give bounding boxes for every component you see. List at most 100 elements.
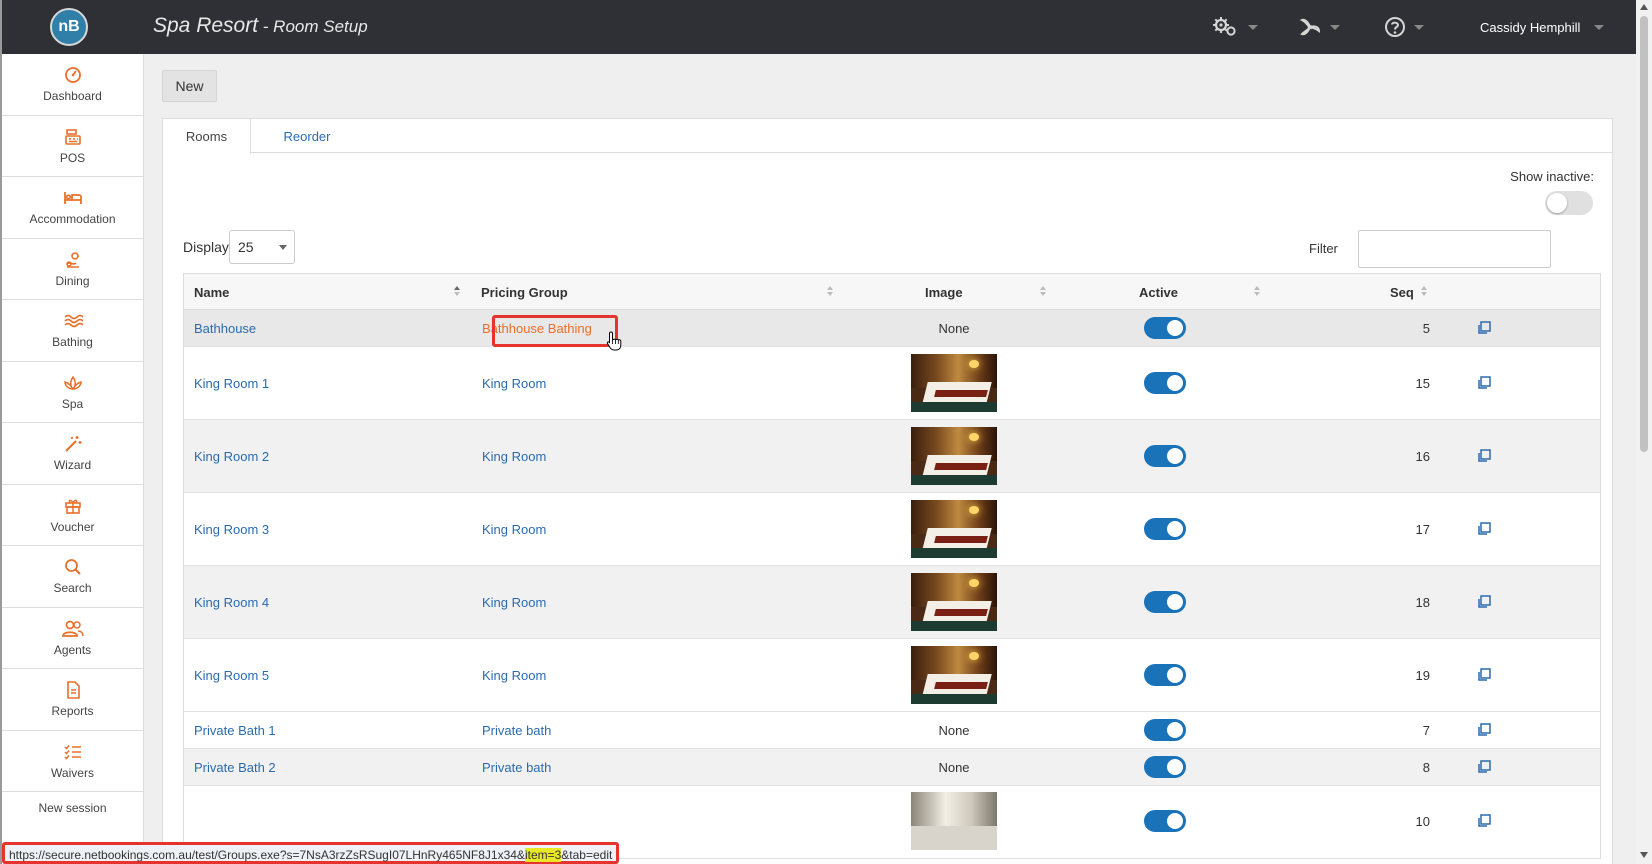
display-label: Display: [183, 239, 229, 255]
table-row[interactable]: Bathhouse Bathhouse Bathing None 5: [184, 310, 1600, 347]
scroll-up-arrow[interactable]: [1640, 4, 1648, 10]
help-menu[interactable]: [1384, 16, 1424, 38]
active-toggle-cell: [1144, 566, 1186, 638]
copy-icon[interactable]: [1477, 814, 1491, 828]
lotus-icon: [63, 375, 82, 390]
room-name-link[interactable]: King Room 4: [194, 566, 269, 638]
new-button[interactable]: New: [162, 70, 217, 102]
spinner-menu[interactable]: [1298, 16, 1340, 38]
room-name-link[interactable]: Bathhouse: [194, 310, 256, 346]
room-name-link[interactable]: King Room 3: [194, 493, 269, 565]
waves-icon: [63, 314, 83, 328]
active-toggle-cell: [1144, 639, 1186, 711]
active-toggle[interactable]: [1144, 719, 1186, 741]
room-photo: [911, 646, 997, 704]
copy-icon[interactable]: [1477, 668, 1491, 682]
table-row[interactable]: King Room 4 King Room 18: [184, 566, 1600, 639]
new-session-link[interactable]: New session: [2, 792, 143, 824]
room-name-link[interactable]: Private Bath 1: [194, 712, 276, 748]
status-url-highlight: item=3: [524, 848, 562, 862]
spinner-icon: [1299, 18, 1321, 36]
col-header-seq[interactable]: Seq: [1390, 274, 1414, 310]
app-logo[interactable]: nB: [50, 8, 88, 46]
filter-input[interactable]: [1358, 230, 1551, 268]
sidebar-item-label: Dining: [55, 273, 90, 288]
show-inactive-toggle[interactable]: [1545, 191, 1593, 215]
room-name-link[interactable]: King Room 1: [194, 347, 269, 419]
sidebar-item-wizard[interactable]: Wizard: [2, 423, 143, 485]
table-row[interactable]: King Room 5 King Room 19: [184, 639, 1600, 712]
sidebar-item-voucher[interactable]: Voucher: [2, 485, 143, 546]
display-count-select[interactable]: 25: [229, 230, 295, 264]
copy-icon[interactable]: [1477, 449, 1491, 463]
active-toggle[interactable]: [1144, 372, 1186, 394]
active-toggle[interactable]: [1144, 317, 1186, 339]
sidebar-item-bathing[interactable]: Bathing: [2, 300, 143, 362]
sidebar-item-label: Bathing: [52, 335, 93, 350]
table-row[interactable]: King Room 1 King Room 15: [184, 347, 1600, 420]
display-count-value: 25: [238, 239, 254, 255]
copy-icon[interactable]: [1477, 723, 1491, 737]
pricing-group-link[interactable]: Private bath: [482, 749, 551, 785]
hand-cursor-icon: [606, 331, 622, 351]
active-toggle[interactable]: [1144, 445, 1186, 467]
seq-value: 5: [1422, 320, 1430, 336]
active-toggle[interactable]: [1144, 664, 1186, 686]
room-name-link[interactable]: Private Bath 2: [194, 749, 276, 785]
col-header-active[interactable]: Active: [1139, 274, 1178, 310]
pricing-group-link[interactable]: King Room: [482, 639, 546, 711]
tab-rooms[interactable]: Rooms: [163, 119, 251, 154]
page-scrollbar[interactable]: [1636, 0, 1652, 864]
active-toggle[interactable]: [1144, 756, 1186, 778]
table-row[interactable]: King Room 3 King Room 17: [184, 493, 1600, 566]
sidebar-item-waivers[interactable]: Waivers: [2, 731, 143, 792]
scroll-thumb[interactable]: [1640, 16, 1648, 452]
sort-icon[interactable]: [1421, 286, 1427, 298]
active-toggle[interactable]: [1144, 518, 1186, 540]
copy-icon[interactable]: [1477, 321, 1491, 335]
sidebar-item-agents[interactable]: Agents: [2, 608, 143, 669]
tab-reorder[interactable]: Reorder: [251, 119, 363, 154]
pricing-group-link[interactable]: King Room: [482, 347, 546, 419]
pricing-group-link[interactable]: King Room: [482, 566, 546, 638]
sidebar-item-search[interactable]: Search: [2, 546, 143, 608]
help-icon: [1385, 17, 1405, 37]
table-row[interactable]: King Room 2 King Room 16: [184, 420, 1600, 493]
scroll-down-arrow[interactable]: [1640, 852, 1648, 858]
col-header-name[interactable]: Name: [194, 274, 229, 310]
checklist-icon: [63, 744, 81, 760]
pricing-group-link[interactable]: King Room: [482, 493, 546, 565]
pricing-group-link[interactable]: Private bath: [482, 712, 551, 748]
settings-menu[interactable]: [1212, 16, 1258, 38]
sort-icon[interactable]: [1040, 286, 1046, 298]
sidebar-item-accommodation[interactable]: Accommodation: [2, 177, 143, 239]
sidebar-item-pos[interactable]: POS: [2, 116, 143, 177]
room-name-link[interactable]: King Room 5: [194, 639, 269, 711]
sidebar-item-dashboard[interactable]: Dashboard: [2, 54, 143, 116]
col-header-pricing-group[interactable]: Pricing Group: [481, 274, 568, 310]
copy-icon[interactable]: [1477, 595, 1491, 609]
pricing-group-link[interactable]: King Room: [482, 420, 546, 492]
sidebar-item-dining[interactable]: Dining: [2, 239, 143, 300]
user-menu[interactable]: Cassidy Hemphill: [1480, 20, 1605, 35]
copy-icon[interactable]: [1477, 522, 1491, 536]
sidebar-item-reports[interactable]: Reports: [2, 669, 143, 731]
rooms-table: Name Pricing Group Image Active Seq Bath…: [183, 273, 1601, 859]
active-toggle[interactable]: [1144, 810, 1186, 832]
sort-icon[interactable]: [1254, 286, 1260, 298]
sidebar-item-spa[interactable]: Spa: [2, 362, 143, 423]
agents-icon: [61, 620, 84, 637]
sort-icon[interactable]: [827, 286, 833, 298]
sidebar-item-label: Search: [53, 581, 92, 596]
sort-asc-icon[interactable]: [454, 286, 460, 298]
room-name-link[interactable]: King Room 2: [194, 420, 269, 492]
table-row[interactable]: Private Bath 2 Private bath None 8: [184, 749, 1600, 786]
col-header-image[interactable]: Image: [925, 274, 963, 310]
sidebar-item-label: Accommodation: [29, 212, 116, 227]
copy-icon[interactable]: [1477, 376, 1491, 390]
table-row[interactable]: Private Bath 1 Private bath None 7: [184, 712, 1600, 749]
active-toggle[interactable]: [1144, 591, 1186, 613]
user-name: Cassidy Hemphill: [1480, 20, 1581, 35]
room-photo: [911, 500, 997, 558]
copy-icon[interactable]: [1477, 760, 1491, 774]
